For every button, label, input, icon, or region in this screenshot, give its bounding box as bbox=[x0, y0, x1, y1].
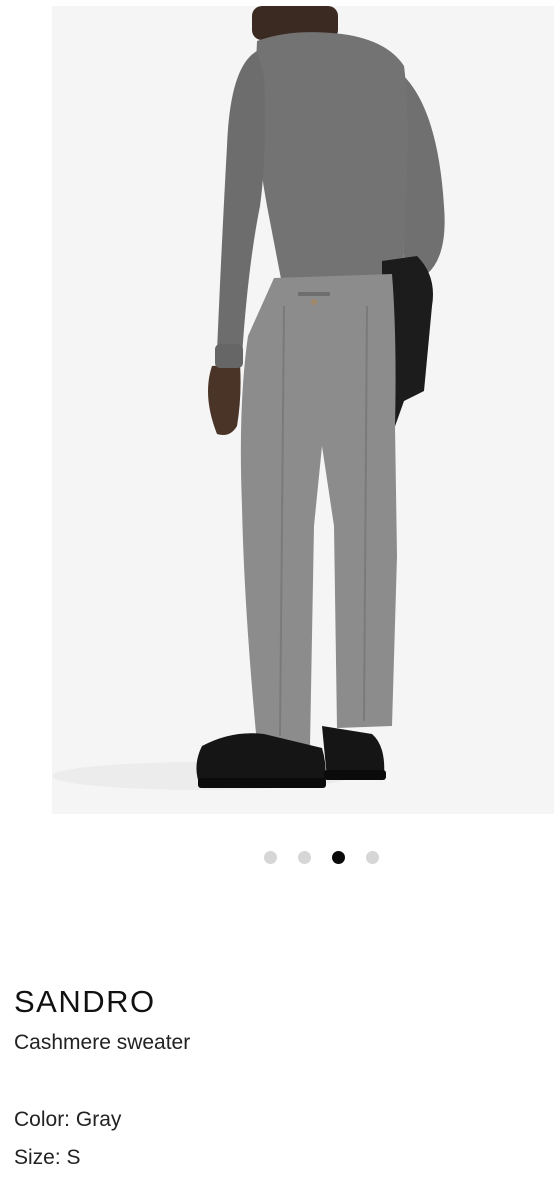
gallery-dot-1[interactable] bbox=[264, 851, 277, 864]
size-attribute: Size: S bbox=[14, 1146, 81, 1170]
gallery-dot-3[interactable] bbox=[332, 851, 345, 864]
product-image-gallery[interactable] bbox=[52, 6, 554, 814]
gallery-dot-4[interactable] bbox=[366, 851, 379, 864]
color-attribute: Color: Gray bbox=[14, 1108, 121, 1132]
gallery-pagination bbox=[0, 851, 554, 865]
color-label: Color: bbox=[14, 1108, 71, 1131]
product-title: Cashmere sweater bbox=[14, 1031, 191, 1054]
size-label: Size: bbox=[14, 1146, 61, 1169]
brand-name: SANDRO bbox=[14, 984, 156, 1019]
size-value: S bbox=[66, 1146, 81, 1169]
product-photo bbox=[52, 6, 445, 790]
color-value: Gray bbox=[75, 1108, 122, 1131]
gallery-dot-2[interactable] bbox=[298, 851, 311, 864]
